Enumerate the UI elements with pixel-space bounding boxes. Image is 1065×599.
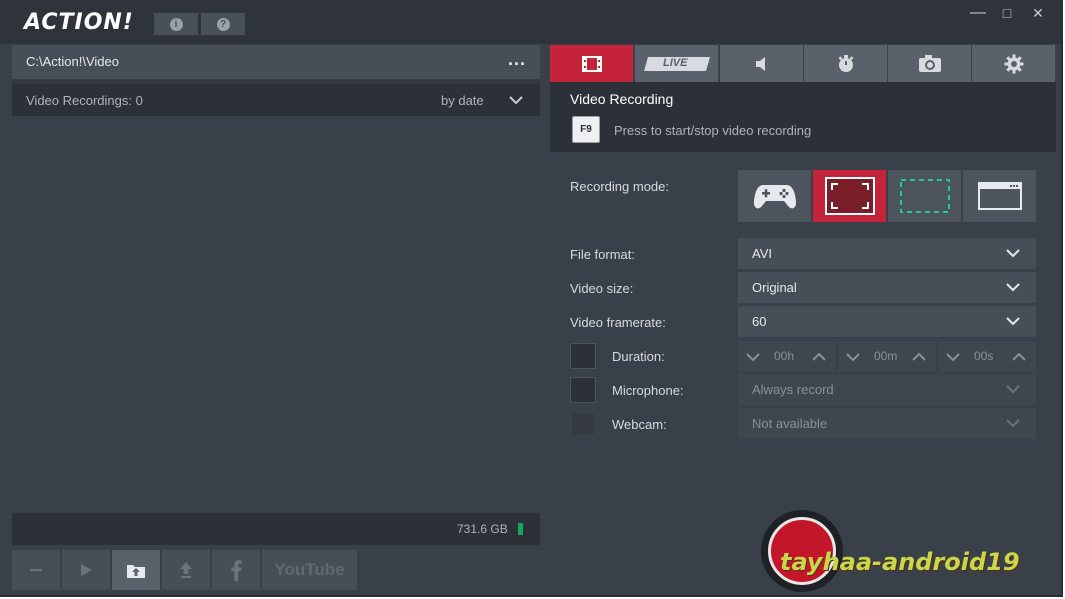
chevron-down-icon — [1006, 283, 1020, 292]
browse-folder-button[interactable]: ... — [508, 49, 526, 70]
microphone-label: Microphone: — [612, 383, 684, 398]
chevron-down-icon[interactable] — [846, 352, 860, 362]
chevron-down-icon — [1006, 419, 1020, 428]
chevron-down-icon — [1006, 249, 1020, 258]
title-bar: ACTION! i ? — □ ✕ — [0, 0, 1061, 44]
tab-bar: LIVE — [550, 45, 1056, 82]
facebook-button[interactable] — [212, 550, 260, 590]
duration-hours-stepper[interactable]: 00h — [738, 341, 836, 372]
disk-space-bar: 731.6 GB — [12, 513, 540, 545]
play-button[interactable] — [62, 550, 110, 590]
disk-free-space: 731.6 GB — [457, 522, 508, 536]
chevron-down-icon[interactable] — [946, 352, 960, 362]
video-framerate-value: 60 — [752, 314, 767, 329]
close-button[interactable]: ✕ — [1024, 4, 1052, 22]
webcam-value: Not available — [752, 416, 828, 431]
film-icon — [581, 55, 602, 72]
microphone-value: Always record — [752, 382, 834, 397]
recordings-toolbar: YouTube — [12, 550, 357, 590]
microphone-select[interactable]: Always record — [738, 374, 1036, 405]
upload-icon — [180, 562, 192, 578]
fullscreen-icon — [824, 177, 875, 215]
chevron-down-icon — [1006, 317, 1020, 326]
file-format-select[interactable]: AVI — [738, 238, 1036, 269]
watermark: tayhaa-android19 — [780, 548, 1020, 576]
youtube-button[interactable]: YouTube — [262, 550, 357, 590]
recordings-list[interactable] — [12, 116, 540, 513]
video-size-label: Video size: — [570, 281, 634, 296]
sort-dropdown[interactable]: by date — [441, 93, 484, 108]
chevron-up-icon[interactable] — [812, 352, 826, 362]
open-folder-button[interactable] — [112, 550, 160, 590]
help-icon: ? — [216, 17, 230, 31]
file-format-value: AVI — [752, 246, 772, 261]
mode-game-button[interactable] — [738, 170, 811, 222]
tab-settings[interactable] — [972, 45, 1055, 82]
video-size-value: Original — [752, 280, 797, 295]
hotkey-hint: Press to start/stop video recording — [614, 123, 812, 138]
microphone-checkbox[interactable] — [570, 377, 596, 403]
tab-benchmark[interactable] — [804, 45, 887, 82]
recordings-count: Video Recordings: 0 — [26, 93, 143, 108]
window-icon — [977, 182, 1022, 210]
minus-icon — [30, 569, 42, 571]
disk-status-icon — [518, 523, 523, 535]
minimize-button[interactable]: — — [964, 4, 992, 22]
tab-video[interactable] — [550, 45, 633, 82]
recordings-panel: C:\Action!\Video ... Video Recordings: 0… — [12, 45, 540, 545]
duration-minutes: 00m — [874, 349, 898, 363]
mode-window-button[interactable] — [963, 170, 1036, 222]
upload-button[interactable] — [162, 550, 210, 590]
recording-mode-label: Recording mode: — [570, 179, 669, 194]
video-framerate-label: Video framerate: — [570, 315, 666, 330]
chevron-down-icon[interactable] — [508, 92, 524, 108]
webcam-select[interactable]: Not available — [738, 408, 1036, 439]
duration-stepper: 00h 00m 00s — [738, 341, 1036, 372]
duration-checkbox[interactable] — [570, 343, 596, 369]
folder-path-bar[interactable]: C:\Action!\Video ... — [12, 45, 540, 79]
mode-region-button[interactable] — [888, 170, 961, 222]
app-window: ACTION! i ? — □ ✕ C:\Action!\Video ... V… — [0, 0, 1063, 597]
facebook-icon — [231, 560, 242, 581]
camera-icon — [918, 54, 941, 72]
hotkey-badge: F9 — [572, 116, 600, 143]
stopwatch-icon — [838, 54, 853, 72]
chevron-down-icon — [1006, 385, 1020, 394]
duration-minutes-stepper[interactable]: 00m — [838, 341, 936, 372]
delete-button[interactable] — [12, 550, 60, 590]
duration-hours: 00h — [774, 349, 795, 363]
tab-screenshot[interactable] — [888, 45, 971, 82]
duration-seconds: 00s — [974, 349, 994, 363]
webcam-label: Webcam: — [612, 417, 667, 432]
section-header: Video Recording F9 Press to start/stop v… — [550, 82, 1056, 152]
video-framerate-select[interactable]: 60 — [738, 306, 1036, 337]
info-icon: i — [169, 17, 183, 31]
tab-audio[interactable] — [720, 45, 803, 82]
info-button[interactable]: i — [154, 13, 198, 35]
section-title: Video Recording — [570, 91, 674, 107]
chevron-up-icon[interactable] — [912, 352, 926, 362]
app-logo: ACTION! — [24, 10, 134, 35]
duration-seconds-stepper[interactable]: 00s — [938, 341, 1036, 372]
gamepad-icon — [753, 185, 796, 209]
list-header: Video Recordings: 0 by date — [12, 84, 540, 116]
webcam-checkbox[interactable] — [570, 411, 596, 437]
folder-upload-icon — [127, 565, 145, 578]
video-size-select[interactable]: Original — [738, 272, 1036, 303]
region-select-icon — [899, 179, 950, 213]
file-format-label: File format: — [570, 247, 636, 262]
help-button[interactable]: ? — [201, 13, 245, 35]
gear-icon — [1004, 54, 1023, 73]
settings-panel: LIVE Video Recording F9 Press to start/s… — [550, 45, 1056, 545]
chevron-up-icon[interactable] — [1012, 352, 1026, 362]
tab-live[interactable]: LIVE — [635, 45, 718, 82]
speaker-icon — [755, 56, 765, 71]
duration-label: Duration: — [612, 349, 665, 364]
chevron-down-icon[interactable] — [746, 352, 760, 362]
maximize-button[interactable]: □ — [993, 4, 1021, 22]
mode-fullscreen-button[interactable] — [813, 170, 886, 222]
tab-live-label: LIVE — [663, 57, 688, 69]
play-icon — [81, 564, 92, 576]
folder-path: C:\Action!\Video — [26, 54, 119, 69]
